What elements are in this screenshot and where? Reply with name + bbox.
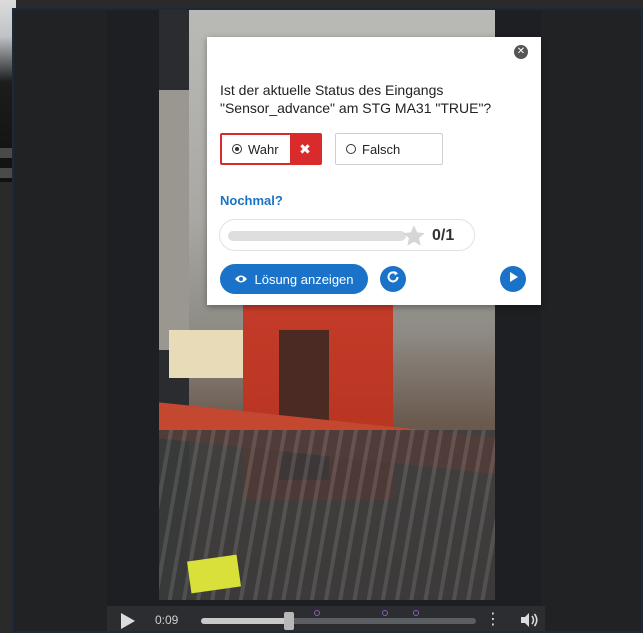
- interaction-marker[interactable]: [313, 610, 320, 616]
- retry-button[interactable]: [380, 266, 406, 292]
- star-icon: [401, 223, 427, 254]
- show-solution-button[interactable]: Lösung anzeigen: [220, 264, 368, 294]
- radio-selected-icon: [232, 144, 242, 154]
- volume-icon[interactable]: [519, 612, 539, 631]
- video-player[interactable]: 0:09 ⋮ ✕ Ist der aktuelle Status des Ein…: [12, 8, 643, 633]
- player-controls: 0:09 ⋮: [107, 606, 545, 631]
- current-time: 0:09: [155, 613, 179, 627]
- radio-unselected-icon: [346, 144, 356, 154]
- option-label: Wahr: [248, 141, 279, 157]
- score-bar: 0/1: [219, 219, 475, 251]
- letterbox-right: [541, 10, 641, 631]
- eye-icon: [234, 272, 248, 287]
- score-text: 0/1: [432, 227, 455, 244]
- refresh-icon: [386, 270, 400, 289]
- score-progress-track: [228, 231, 406, 241]
- option-falsch[interactable]: Falsch: [335, 133, 443, 165]
- more-options-icon[interactable]: ⋮: [485, 612, 501, 628]
- quiz-popup: ✕ Ist der aktuelle Status des Eingangs "…: [207, 37, 541, 305]
- option-label: Falsch: [362, 141, 401, 157]
- interaction-marker[interactable]: [382, 610, 389, 616]
- seek-bar-progress: [201, 618, 289, 624]
- video-box: [169, 330, 249, 378]
- video-background-shelf: [159, 90, 189, 350]
- feedback-retry-text: Nochmal?: [220, 193, 283, 208]
- show-solution-label: Lösung anzeigen: [254, 271, 354, 287]
- seek-handle[interactable]: [284, 612, 294, 630]
- interaction-marker[interactable]: [412, 610, 419, 616]
- seek-bar[interactable]: [201, 610, 476, 630]
- close-icon[interactable]: ✕: [514, 45, 528, 59]
- play-icon: [507, 270, 519, 288]
- play-icon[interactable]: [121, 613, 135, 629]
- continue-button[interactable]: [500, 266, 526, 292]
- wrong-answer-icon: ✖: [290, 135, 320, 163]
- option-wahr[interactable]: Wahr ✖: [220, 133, 322, 165]
- question-text: Ist der aktuelle Status des Eingangs "Se…: [220, 82, 492, 116]
- letterbox-left: [14, 10, 107, 631]
